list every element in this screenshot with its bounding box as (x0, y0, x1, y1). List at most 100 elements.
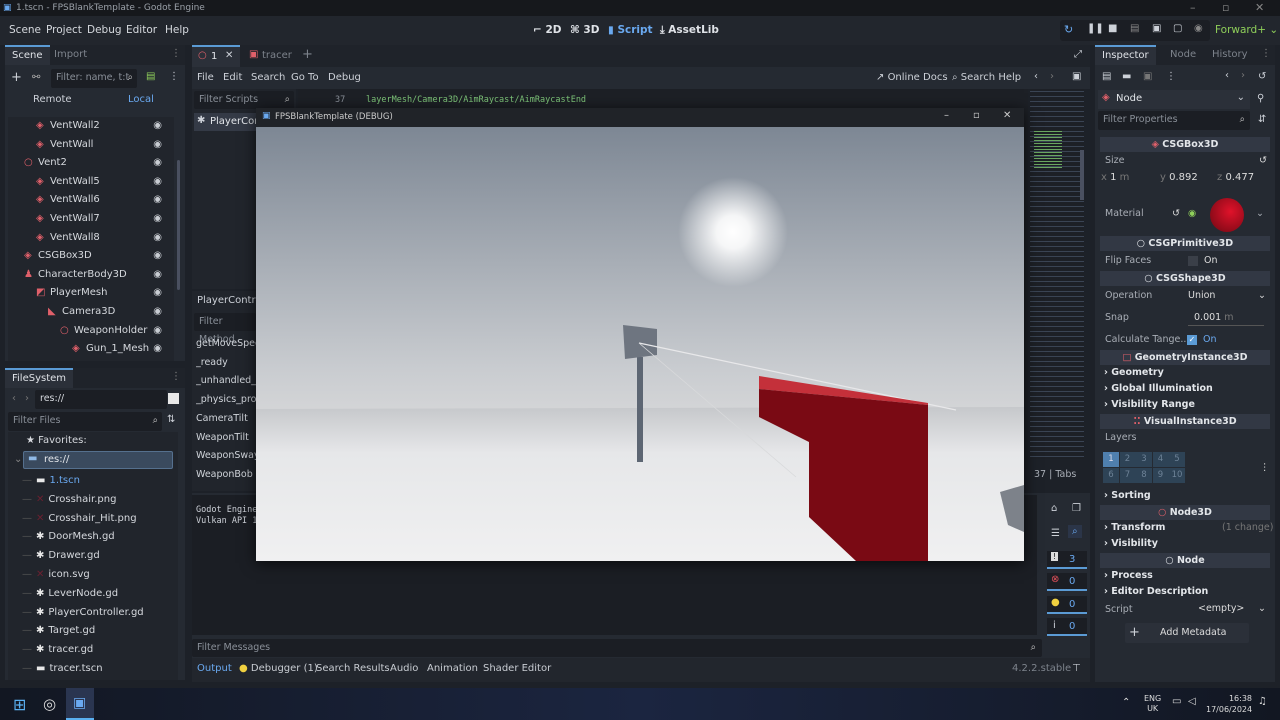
bottom-tab-animation[interactable]: Animation (427, 663, 478, 674)
filter-scripts-input[interactable]: Filter Scripts ⌕ (194, 91, 294, 109)
code-scrollbar[interactable] (1080, 150, 1084, 200)
run-custom-scene-button[interactable]: ▢ (1173, 23, 1182, 34)
godot-taskbar-button[interactable]: ▣ (66, 688, 94, 720)
dock-menu-icon[interactable]: ⋮ (171, 48, 181, 59)
more-icon[interactable]: ⋮ (1166, 71, 1176, 82)
scene-filter-input[interactable]: Filter: name, t:t ⌕ (51, 69, 137, 88)
scene-tree-item[interactable]: ◈ VentWall6 ◉ (8, 191, 174, 209)
layers-menu-icon[interactable]: ⋮ (1260, 462, 1270, 473)
reload-icon[interactable]: ↻ (1064, 23, 1073, 36)
code-minimap[interactable] (1030, 89, 1084, 459)
group-editor-description[interactable]: › Editor Description (1104, 586, 1208, 597)
object-history-icon[interactable]: ↺ (1258, 71, 1266, 82)
filter-all-button[interactable]: ! 3 (1047, 551, 1087, 569)
filter-errors-button[interactable]: ⊗ 0 (1047, 573, 1087, 591)
scene-tree-item[interactable]: ◈ VentWall ◉ (8, 136, 174, 154)
method-item[interactable]: WeaponSway (196, 450, 256, 461)
visibility-eye-icon[interactable]: ◉ (153, 229, 162, 247)
clear-output-icon[interactable]: ⌂ (1051, 503, 1057, 514)
new-resource-icon[interactable]: ▤ (1102, 71, 1111, 82)
path-input[interactable]: res:// (35, 390, 167, 409)
calc-tangents-checkbox[interactable]: ✓ (1187, 335, 1197, 345)
windows-start-icon[interactable]: ⊞ (13, 695, 26, 714)
collapse-icon[interactable]: ☰ (1051, 528, 1060, 539)
scene-tree-item[interactable]: ♟ CharacterBody3D ◉ (8, 266, 174, 284)
browser-icon[interactable]: ◎ (43, 695, 56, 713)
doc-icon[interactable]: ⚲ (1257, 93, 1264, 104)
workspace-3d[interactable]: ⌘ 3D (570, 24, 599, 36)
visibility-eye-icon[interactable]: ◉ (153, 154, 162, 172)
visibility-eye-icon[interactable]: ◉ (153, 266, 162, 284)
layer-toggle[interactable]: 4 (1152, 452, 1169, 467)
filter-messages-input[interactable]: Filter Messages ⌕ (192, 639, 1042, 657)
close-tab-icon[interactable]: ✕ (225, 50, 233, 61)
scene-tree-item[interactable]: ◣ Camera3D ◉ (8, 303, 174, 321)
scene-tree-scrollbar[interactable] (177, 160, 180, 290)
property-tools-icon[interactable]: ⇵ (1258, 114, 1266, 125)
forward-icon[interactable]: › (25, 393, 29, 404)
layer-toggle[interactable]: 5 (1169, 452, 1185, 467)
res-root-item[interactable]: ⌄ ▬ res:// (14, 451, 173, 469)
group-sorting[interactable]: › Sorting (1104, 490, 1151, 501)
visibility-eye-icon[interactable]: ◉ (153, 303, 162, 321)
game-viewport[interactable] (256, 127, 1024, 561)
prev-script-icon[interactable]: ‹ (1034, 71, 1038, 82)
dock-menu-icon[interactable]: ⋮ (1261, 48, 1271, 59)
scene-tree-item[interactable]: ◈ VentWall7 ◉ (8, 210, 174, 228)
minimize-button[interactable]: – (944, 110, 949, 121)
search-toggle-icon[interactable]: ⌕ (1068, 525, 1082, 538)
search-help-button[interactable]: ⌕ Search Help (952, 72, 1021, 83)
file-item[interactable]: — ✕ Crosshair_Hit.png (22, 510, 137, 528)
pause-button[interactable]: ❚❚ (1087, 23, 1104, 34)
minimize-button[interactable]: – (1190, 0, 1196, 16)
open-folder-icon[interactable]: ▬ (1122, 71, 1131, 82)
close-button[interactable]: ✕ (1003, 110, 1011, 121)
menu-project[interactable]: Project (46, 24, 82, 36)
layer-toggle[interactable]: 3 (1136, 452, 1152, 467)
visibility-eye-icon[interactable]: ◉ (153, 284, 162, 302)
file-item[interactable]: — ✱ DoorMesh.gd (22, 528, 115, 546)
volume-icon[interactable]: ◁ (1188, 696, 1196, 707)
add-node-button[interactable]: + (11, 70, 22, 85)
tab-node[interactable]: Node (1163, 45, 1203, 65)
stop-button[interactable]: ■ (1108, 23, 1117, 34)
tab-filesystem[interactable]: FileSystem (5, 368, 74, 388)
scene-tree-item[interactable]: ◈ VentWall2 ◉ (8, 117, 174, 135)
revert-icon[interactable]: ↺ (1172, 208, 1180, 219)
script-menu-edit[interactable]: Edit (223, 72, 242, 83)
visibility-eye-icon[interactable]: ◉ (153, 117, 162, 135)
file-item[interactable]: — ✕ icon.svg (22, 566, 90, 584)
script-menu-goto[interactable]: Go To (291, 72, 319, 83)
workspace-2d[interactable]: ⌐ 2D (533, 24, 562, 36)
clock[interactable]: 16:38 17/06/2024 (1206, 693, 1252, 715)
visibility-eye-icon[interactable]: ◉ (153, 322, 162, 340)
revert-icon[interactable]: ↺ (1259, 155, 1267, 166)
operation-select[interactable]: Union ⌄ (1186, 288, 1268, 304)
flip-faces-checkbox[interactable] (1188, 256, 1198, 266)
file-item[interactable]: — ▬ 1.tscn (22, 472, 80, 490)
filter-methods-input[interactable]: Filter Method (194, 313, 256, 345)
method-item[interactable]: WeaponTilt (196, 432, 256, 443)
toggle-split-icon[interactable] (168, 393, 179, 404)
scene-tree-item[interactable]: ◈ VentWall5 ◉ (8, 173, 174, 191)
workspace-assetlib[interactable]: ⤓ AssetLib (660, 24, 719, 37)
material-preview[interactable] (1210, 198, 1244, 232)
size-y-field[interactable]: y 0.892 (1160, 172, 1210, 188)
sort-icon[interactable]: ⇅ (167, 414, 175, 425)
script-menu-file[interactable]: File (197, 72, 214, 83)
toggle-panel-icon[interactable]: ▣ (1072, 71, 1081, 82)
copy-icon[interactable]: ❐ (1072, 503, 1081, 514)
tray-chevron-icon[interactable]: ⌃ (1122, 697, 1130, 708)
chevron-down-icon[interactable]: ⌄ (1256, 208, 1264, 219)
history-forward-icon[interactable]: › (1241, 70, 1245, 81)
script-menu-debug[interactable]: Debug (328, 72, 361, 83)
method-item[interactable]: CameraTilt (196, 413, 256, 424)
file-item[interactable]: — ✱ LeverNode.gd (22, 585, 118, 603)
scene-tree-item[interactable]: ○ Vent2 ◉ (8, 154, 174, 172)
notification-bell-icon[interactable]: ♫ (1258, 696, 1267, 707)
layer-toggle[interactable]: 7 (1119, 468, 1136, 483)
scene-tree-item[interactable]: ◈ CSGBox3D ◉ (8, 247, 174, 265)
menu-help[interactable]: Help (165, 24, 189, 36)
visibility-eye-icon[interactable]: ◉ (153, 173, 162, 191)
layer-toggle[interactable]: 8 (1136, 468, 1152, 483)
